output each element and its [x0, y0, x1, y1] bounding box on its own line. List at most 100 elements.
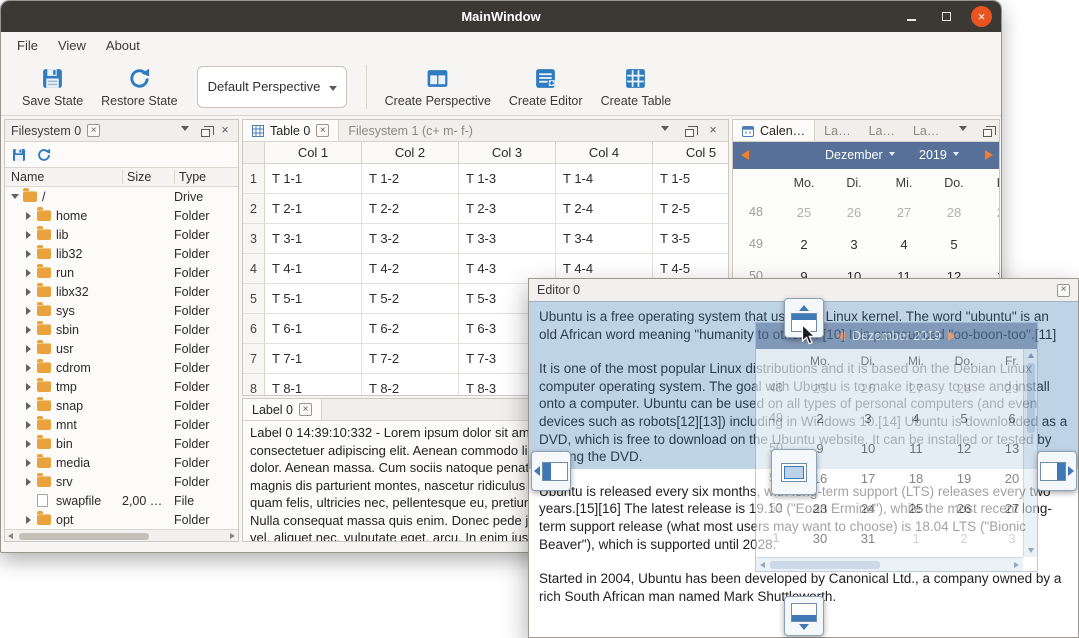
calendar-day[interactable]: 4 — [879, 237, 929, 252]
scrollbar-thumb[interactable] — [770, 561, 880, 569]
tab-table0[interactable]: Table 0 × — [243, 120, 339, 141]
table-cell[interactable]: T 2-3 — [459, 194, 556, 223]
scrollbar-thumb[interactable] — [19, 533, 149, 540]
save-icon[interactable] — [11, 147, 27, 163]
column-header-type[interactable]: Type — [174, 170, 238, 184]
menu-item[interactable]: About — [96, 35, 150, 56]
tree-row[interactable]: sys Folder — [5, 301, 238, 320]
tab-label0[interactable]: Label 0 × — [243, 399, 322, 420]
table-cell[interactable]: T 8-2 — [362, 374, 459, 396]
horizontal-scrollbar[interactable] — [5, 529, 238, 542]
save-state-button[interactable]: Save State — [13, 63, 92, 111]
calendar-day[interactable]: 5 — [929, 237, 979, 252]
close-button[interactable]: × — [971, 6, 992, 27]
tree-row[interactable]: mnt Folder — [5, 415, 238, 434]
vertical-scrollbar[interactable] — [1023, 349, 1037, 557]
tree-row[interactable]: home Folder — [5, 206, 238, 225]
table-cell[interactable]: T 8-1 — [265, 374, 362, 396]
restore-icon[interactable] — [36, 147, 52, 163]
tree-row[interactable]: bin Folder — [5, 434, 238, 453]
expander-icon[interactable] — [23, 269, 34, 277]
column-header-name[interactable]: Name — [5, 170, 122, 184]
table-cell[interactable]: T 2-4 — [556, 194, 653, 223]
tree-row[interactable]: tmp Folder — [5, 377, 238, 396]
calendar-day[interactable]: 3 — [829, 237, 879, 252]
tree-row[interactable]: media Folder — [5, 453, 238, 472]
restore-state-button[interactable]: Restore State — [92, 63, 186, 111]
calendar-day[interactable]: 29 — [979, 205, 1000, 220]
table-corner-cell[interactable] — [243, 142, 265, 163]
column-header[interactable]: Col 2 — [362, 142, 459, 163]
year-select[interactable]: 2019 — [919, 148, 959, 162]
scroll-right-icon[interactable] — [230, 533, 235, 539]
calendar-day[interactable]: 25 — [779, 205, 829, 220]
tree-row[interactable]: srv Folder — [5, 472, 238, 491]
scroll-right-icon[interactable] — [1014, 562, 1019, 568]
calendar-day[interactable]: 26 — [829, 205, 879, 220]
table-cell[interactable]: T 6-2 — [362, 314, 459, 343]
table-cell[interactable]: T 5-1 — [265, 284, 362, 313]
expander-icon[interactable] — [23, 307, 34, 315]
table-cell[interactable]: T 3-3 — [459, 224, 556, 253]
expander-icon[interactable] — [23, 326, 34, 334]
filesystem-panel-titlebar[interactable]: Filesystem 0 × × — [5, 120, 238, 142]
table-cell[interactable]: T 7-2 — [362, 344, 459, 373]
table-cell[interactable]: T 6-1 — [265, 314, 362, 343]
dock-indicator-right[interactable] — [1037, 451, 1077, 491]
table-cell[interactable]: T 1-1 — [265, 164, 362, 193]
undock-button[interactable] — [980, 123, 994, 139]
titlebar[interactable]: MainWindow × — [1, 1, 1001, 32]
expander-icon[interactable] — [23, 250, 34, 258]
tree-row[interactable]: usr Folder — [5, 339, 238, 358]
table-cell[interactable]: T 3-2 — [362, 224, 459, 253]
horizontal-scrollbar[interactable] — [756, 557, 1023, 571]
create-editor-button[interactable]: Create Editor — [500, 63, 592, 111]
column-header[interactable]: Col 1 — [265, 142, 362, 163]
table-cell[interactable]: T 1-2 — [362, 164, 459, 193]
table-cell[interactable]: T 5-2 — [362, 284, 459, 313]
row-header[interactable]: 7 — [243, 344, 265, 373]
expander-icon[interactable] — [23, 383, 34, 391]
tree-row[interactable]: / Drive — [5, 187, 238, 206]
calendar-day[interactable]: 28 — [929, 205, 979, 220]
expander-icon[interactable] — [23, 459, 34, 467]
tab-close-button[interactable]: × — [299, 403, 312, 416]
expander-icon[interactable] — [23, 421, 34, 429]
dock-indicator-center[interactable] — [771, 449, 817, 495]
table-cell[interactable]: T 1-4 — [556, 164, 653, 193]
table-cell[interactable]: T 2-2 — [362, 194, 459, 223]
table-cell[interactable]: T 2-1 — [265, 194, 362, 223]
scroll-left-icon[interactable] — [8, 533, 13, 539]
scroll-down-icon[interactable] — [1028, 548, 1034, 553]
table-cell[interactable]: T 7-1 — [265, 344, 362, 373]
tree-row[interactable]: opt Folder — [5, 510, 238, 529]
expander-icon[interactable] — [23, 212, 34, 220]
tree-row[interactable]: libx32 Folder — [5, 282, 238, 301]
tabs-menu-button[interactable] — [178, 123, 192, 139]
column-header-size[interactable]: Size — [122, 170, 174, 184]
scroll-up-icon[interactable] — [1028, 353, 1034, 358]
row-header[interactable]: 1 — [243, 164, 265, 193]
table-cell[interactable]: T 4-1 — [265, 254, 362, 283]
panel-close-button[interactable]: × — [706, 123, 720, 139]
table-cell[interactable]: T 3-5 — [653, 224, 729, 253]
expander-icon[interactable] — [23, 440, 34, 448]
row-header[interactable]: 2 — [243, 194, 265, 223]
undock-button[interactable] — [198, 123, 212, 139]
expander-icon[interactable] — [23, 478, 34, 486]
dock-indicator-left[interactable] — [531, 451, 571, 491]
table-cell[interactable]: T 4-2 — [362, 254, 459, 283]
dock-indicator-bottom[interactable] — [784, 596, 824, 636]
expander-icon[interactable] — [23, 516, 34, 524]
tab-filesystem1[interactable]: Filesystem 1 (c+ m- f-) — [339, 120, 482, 141]
scroll-left-icon[interactable] — [760, 562, 765, 568]
tree-row[interactable]: sbin Folder — [5, 320, 238, 339]
tree-row[interactable]: swapfile 2,00 … File — [5, 491, 238, 510]
expander-icon[interactable] — [23, 288, 34, 296]
filesystem-column-headers[interactable]: Name Size Type — [5, 167, 238, 187]
tree-row[interactable]: cdrom Folder — [5, 358, 238, 377]
row-header[interactable]: 4 — [243, 254, 265, 283]
tab-close-button[interactable]: × — [87, 124, 100, 137]
table-cell[interactable]: T 2-5 — [653, 194, 729, 223]
menu-item[interactable]: View — [48, 35, 96, 56]
